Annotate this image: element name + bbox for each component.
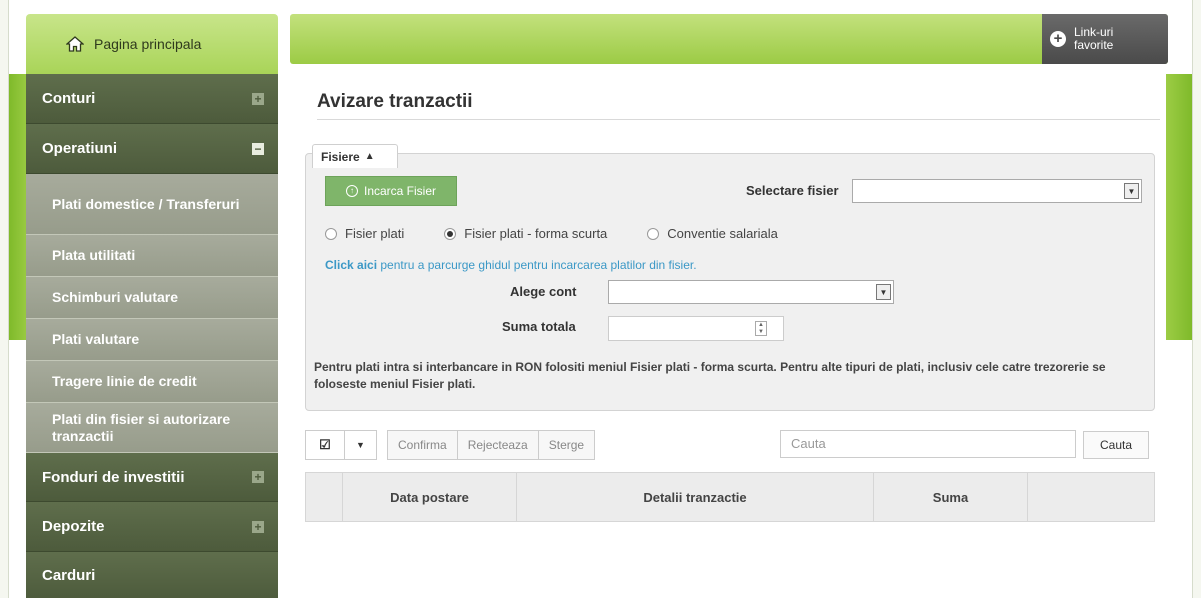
upload-file-button[interactable]: ↑ Incarca Fisier	[325, 176, 457, 206]
sidebar-section-depozite[interactable]: Depozite +	[26, 502, 278, 552]
sidebar-item-schimburi-valutare[interactable]: Schimburi valutare	[26, 277, 278, 319]
radio-conventie-salariala[interactable]: Conventie salariala	[647, 226, 778, 241]
expand-icon[interactable]: +	[252, 471, 264, 483]
radio-label: Fisier plati	[345, 226, 405, 241]
dropdown-arrow-icon: ▼	[1124, 183, 1139, 199]
column-header-date[interactable]: Data postare	[343, 473, 517, 521]
favorites-button[interactable]: + Link-uri favorite	[1042, 14, 1168, 64]
column-header-amount[interactable]: Suma	[874, 473, 1028, 521]
top-bar: + Link-uri favorite	[290, 14, 1168, 64]
delete-button[interactable]: Sterge	[538, 430, 596, 460]
caret-down-icon: ▼	[356, 440, 365, 450]
home-tab[interactable]: Pagina principala	[26, 14, 278, 74]
sidebar-section-label: Fonduri de investitii	[42, 468, 185, 486]
title-divider	[317, 119, 1160, 120]
total-amount-input[interactable]: ▲ ▼	[608, 316, 784, 341]
tab-fisiere-label: Fisiere	[321, 149, 360, 164]
sidebar-section-operatiuni[interactable]: Operatiuni −	[26, 124, 278, 174]
expand-icon[interactable]: +	[252, 92, 264, 105]
radio-button[interactable]	[325, 227, 337, 240]
radio-fisier-plati[interactable]: Fisier plati	[325, 226, 404, 241]
sidebar-section-label: Operatiuni	[42, 140, 118, 157]
file-type-radio-group: Fisier plati Fisier plati - forma scurta…	[325, 226, 818, 241]
favorites-label-line2: favorite	[1074, 38, 1114, 52]
select-options-button[interactable]: ▼	[345, 430, 377, 460]
guide-link[interactable]: Click aici	[325, 258, 377, 272]
sidebar-item-plati-domestice[interactable]: Plati domestice / Transferuri	[26, 174, 278, 235]
column-header-actions	[1028, 473, 1154, 521]
search-button[interactable]: Cauta	[1083, 431, 1149, 459]
table-header: Data postare Detalii tranzactie Suma	[305, 472, 1155, 522]
sidebar-section-label: Conturi	[42, 90, 96, 107]
select-file-dropdown[interactable]: ▼	[852, 179, 1142, 203]
reject-button[interactable]: Rejecteaza	[457, 430, 539, 460]
spinner-icon[interactable]: ▲ ▼	[755, 321, 767, 336]
collapse-icon[interactable]: −	[252, 142, 264, 155]
sidebar-item-label: Plati domestice / Transferuri	[52, 195, 240, 212]
tab-fisiere[interactable]: Fisiere ▲	[312, 144, 398, 168]
account-dropdown[interactable]: ▼	[608, 280, 894, 304]
favorites-label-line1: Link-uri	[1074, 25, 1114, 39]
table-toolbar: ☑ ▼ Confirma Rejecteaza Sterge	[305, 430, 596, 460]
guide-text: Click aici pentru a parcurge ghidul pent…	[325, 258, 697, 272]
right-accent-band	[1166, 74, 1192, 340]
search-input[interactable]: Cauta	[780, 430, 1076, 458]
sidebar-item-label: Plati din fisier si autorizare tranzacti…	[52, 410, 231, 444]
account-label: Alege cont	[510, 284, 577, 299]
sidebar-item-label: Schimburi valutare	[52, 289, 179, 305]
radio-button-selected[interactable]	[444, 227, 457, 240]
radio-label: Conventie salariala	[667, 226, 778, 241]
page-title: Avizare tranzactii	[317, 91, 473, 112]
chevron-up-icon: ▲	[364, 151, 375, 162]
dropdown-arrow-icon: ▼	[876, 284, 891, 300]
checkbox-icon: ☑	[319, 437, 331, 452]
home-icon	[66, 36, 84, 52]
plus-circle-icon: +	[1050, 31, 1066, 47]
upload-icon: ↑	[345, 185, 358, 197]
sidebar-item-label: Plata utilitati	[52, 247, 136, 263]
files-panel: ↑ Incarca Fisier Selectare fisier ▼ Fisi…	[305, 153, 1155, 411]
sidebar-item-plata-utilitati[interactable]: Plata utilitati	[26, 235, 278, 277]
sidebar-item-label: Tragere linie de credit	[52, 373, 197, 389]
toolbar-gap	[377, 430, 387, 460]
sidebar-section-fonduri[interactable]: Fonduri de investitii +	[26, 453, 278, 502]
radio-fisier-plati-forma-scurta[interactable]: Fisier plati - forma scurta	[444, 226, 607, 241]
radio-button[interactable]	[647, 227, 660, 240]
total-amount-label: Suma totala	[502, 319, 576, 334]
select-all-button[interactable]: ☑	[305, 430, 345, 460]
sidebar: Conturi + Operatiuni − Plati domestice /…	[26, 74, 278, 598]
sidebar-section-label: Carduri	[42, 567, 96, 584]
sidebar-item-tragere-linie-credit[interactable]: Tragere linie de credit	[26, 361, 278, 403]
sidebar-section-label: Depozite	[42, 518, 105, 535]
info-note: Pentru plati intra si interbancare in RO…	[314, 360, 1106, 391]
column-header-select	[306, 473, 343, 521]
expand-icon[interactable]: +	[252, 520, 264, 533]
select-file-label: Selectare fisier	[746, 183, 839, 198]
sidebar-section-carduri[interactable]: Carduri	[26, 552, 278, 598]
guide-description: pentru a parcurge ghidul pentru incarcar…	[377, 258, 697, 272]
sidebar-item-plati-valutare[interactable]: Plati valutare	[26, 319, 278, 361]
confirm-button[interactable]: Confirma	[387, 430, 458, 460]
favorites-label: Link-uri favorite	[1074, 26, 1113, 52]
sidebar-item-plati-din-fisier[interactable]: Plati din fisier si autorizare tranzacti…	[26, 403, 278, 453]
sidebar-item-label: Plati valutare	[52, 331, 140, 347]
sidebar-section-conturi[interactable]: Conturi +	[26, 74, 278, 124]
column-header-details[interactable]: Detalii tranzactie	[517, 473, 874, 521]
home-label: Pagina principala	[94, 36, 202, 52]
upload-file-label: Incarca Fisier	[363, 184, 437, 198]
radio-label: Fisier plati - forma scurta	[464, 226, 608, 241]
